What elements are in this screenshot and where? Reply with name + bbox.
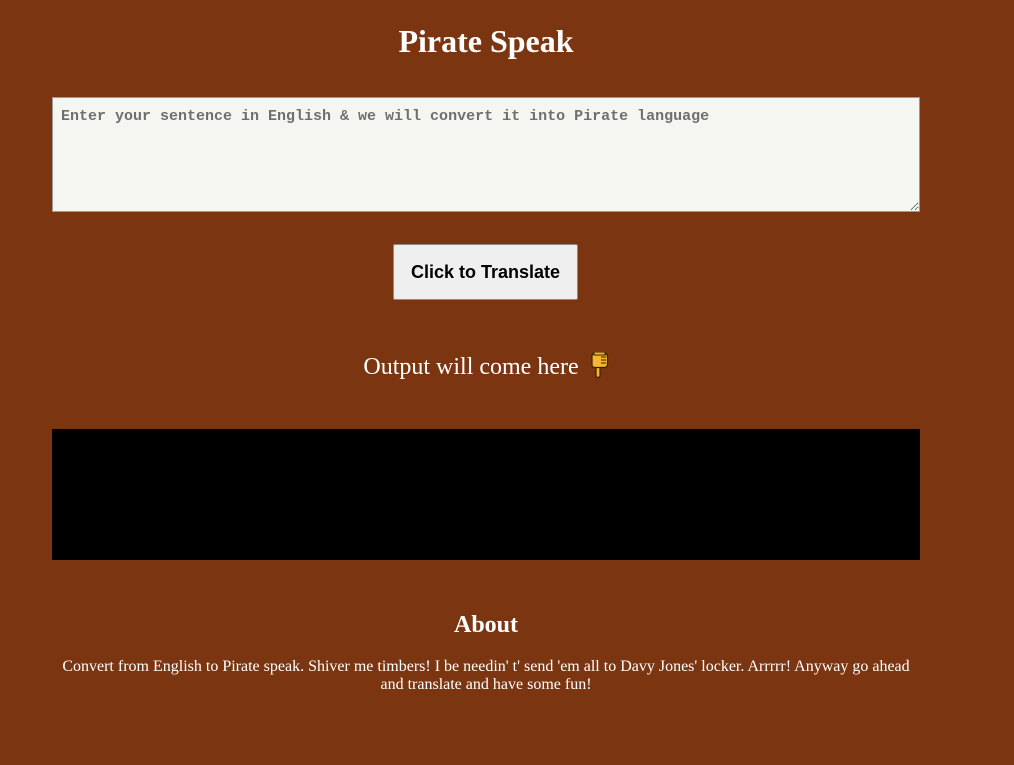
english-input[interactable] — [52, 97, 920, 212]
about-text: Convert from English to Pirate speak. Sh… — [62, 658, 910, 693]
page-title: Pirate Speak — [398, 23, 574, 59]
pointing-down-hand-icon — [589, 351, 609, 386]
output-label-container: Output will come here — [52, 351, 920, 386]
page: Pirate Speak Click to Translate Output w… — [0, 0, 1014, 765]
translate-button[interactable]: Click to Translate — [393, 244, 578, 300]
output-label: Output will come here — [363, 354, 579, 380]
output-box — [52, 429, 920, 560]
about-heading: About — [453, 612, 519, 638]
